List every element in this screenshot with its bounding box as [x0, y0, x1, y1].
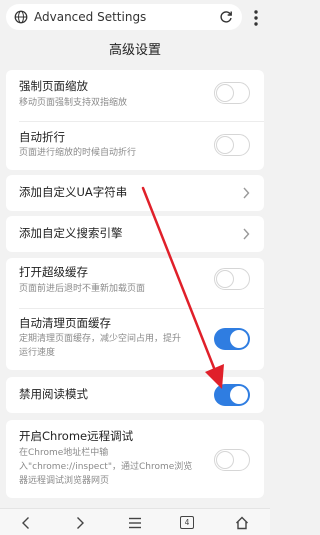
divider [19, 308, 264, 309]
custom-search-card[interactable]: 添加自定义搜索引擎 [6, 216, 264, 252]
auto-clear-cache-subtitle-1: 定期清理页面缓存，减少空间占用，提升 [19, 334, 182, 344]
super-cache-title: 打开超级缓存 [19, 265, 88, 279]
auto-wrap-subtitle: 页面进行缩放的时候自动折行 [19, 148, 137, 158]
disable-reader-title: 禁用阅读模式 [19, 387, 88, 401]
page-header: 高级设置 [0, 34, 270, 68]
chevron-right-icon [243, 228, 250, 240]
chrome-debug-toggle[interactable] [214, 449, 250, 471]
force-zoom-toggle[interactable] [214, 82, 250, 104]
back-icon[interactable] [18, 515, 34, 531]
chrome-debug-card: 开启Chrome远程调试 在Chrome地址栏中输 入"chrome://ins… [6, 420, 264, 498]
disable-reader-toggle[interactable] [214, 384, 250, 406]
super-cache-toggle[interactable] [214, 268, 250, 290]
url-text: Advanced Settings [34, 10, 147, 24]
super-cache-subtitle: 页面前进后退时不重新加载页面 [19, 284, 146, 294]
chrome-debug-subtitle-3: 器远程调试浏览器网页 [19, 476, 110, 486]
auto-wrap-title: 自动折行 [19, 130, 65, 144]
reload-icon[interactable] [218, 9, 234, 25]
custom-ua-card[interactable]: 添加自定义UA字符串 [6, 175, 264, 211]
setting-auto-wrap[interactable]: 自动折行 页面进行缩放的时候自动折行 [6, 124, 264, 170]
chrome-debug-subtitle-2: 入"chrome://inspect"，通过Chrome浏览 [19, 462, 193, 472]
tabs-icon[interactable]: 4 [180, 516, 194, 529]
custom-ua-title: 添加自定义UA字符串 [19, 185, 128, 199]
chrome-debug-subtitle-1: 在Chrome地址栏中输 [19, 448, 109, 458]
url-field[interactable]: Advanced Settings [6, 4, 242, 30]
custom-search-title: 添加自定义搜索引擎 [19, 226, 123, 240]
auto-clear-cache-subtitle-2: 运行速度 [19, 348, 56, 358]
globe-icon [14, 10, 28, 24]
chrome-debug-title: 开启Chrome远程调试 [19, 429, 134, 443]
auto-clear-cache-toggle[interactable] [214, 328, 250, 350]
bottom-nav: 4 [0, 508, 270, 535]
auto-wrap-toggle[interactable] [214, 134, 250, 156]
setting-disable-reader[interactable]: 禁用阅读模式 [6, 377, 264, 413]
setting-force-zoom[interactable]: 强制页面缩放 移动页面强制支持双指缩放 [6, 70, 264, 116]
cache-settings-card: 打开超级缓存 页面前进后退时不重新加载页面 自动清理页面缓存 定期清理页面缓存，… [6, 258, 264, 370]
home-icon[interactable] [234, 515, 250, 531]
address-bar: Advanced Settings [0, 0, 270, 34]
divider [19, 121, 264, 122]
setting-chrome-debug[interactable]: 开启Chrome远程调试 在Chrome地址栏中输 入"chrome://ins… [6, 420, 264, 498]
chevron-right-icon [243, 187, 250, 199]
more-vert-icon[interactable] [248, 8, 264, 28]
display-settings-card: 强制页面缩放 移动页面强制支持双指缩放 自动折行 页面进行缩放的时候自动折行 [6, 70, 264, 170]
setting-super-cache[interactable]: 打开超级缓存 页面前进后退时不重新加载页面 [6, 258, 264, 308]
menu-icon[interactable] [127, 515, 143, 531]
forward-icon[interactable] [72, 515, 88, 531]
auto-clear-cache-title: 自动清理页面缓存 [19, 316, 111, 330]
force-zoom-subtitle: 移动页面强制支持双指缩放 [19, 98, 128, 108]
force-zoom-title: 强制页面缩放 [19, 79, 88, 93]
page-title: 高级设置 [108, 43, 161, 58]
reader-mode-card: 禁用阅读模式 [6, 377, 264, 413]
setting-auto-clear-cache[interactable]: 自动清理页面缓存 定期清理页面缓存，减少空间占用，提升 运行速度 [6, 310, 264, 368]
